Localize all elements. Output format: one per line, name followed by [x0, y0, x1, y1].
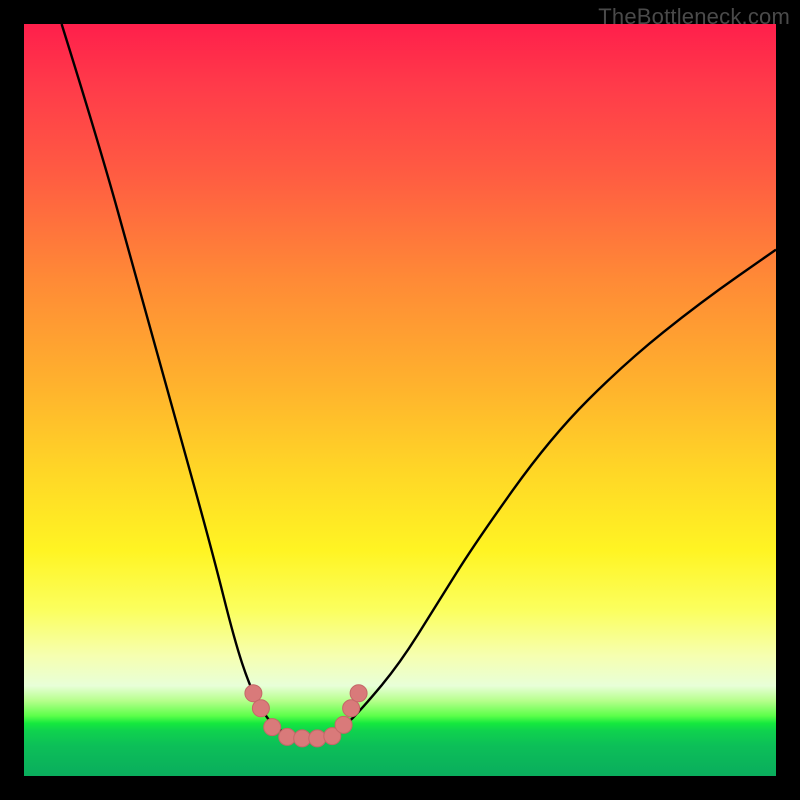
right-curve: [325, 250, 776, 739]
data-marker: [264, 719, 281, 736]
chart-svg: [24, 24, 776, 776]
data-marker: [294, 730, 311, 747]
data-marker: [279, 728, 296, 745]
watermark-label: TheBottleneck.com: [598, 4, 790, 30]
curve-layer: [62, 24, 776, 738]
marker-layer: [245, 685, 367, 747]
chart-frame: TheBottleneck.com: [0, 0, 800, 800]
data-marker: [335, 716, 352, 733]
data-marker: [245, 685, 262, 702]
data-marker: [252, 700, 269, 717]
data-marker: [350, 685, 367, 702]
data-marker: [309, 730, 326, 747]
data-marker: [343, 700, 360, 717]
left-curve: [62, 24, 295, 738]
